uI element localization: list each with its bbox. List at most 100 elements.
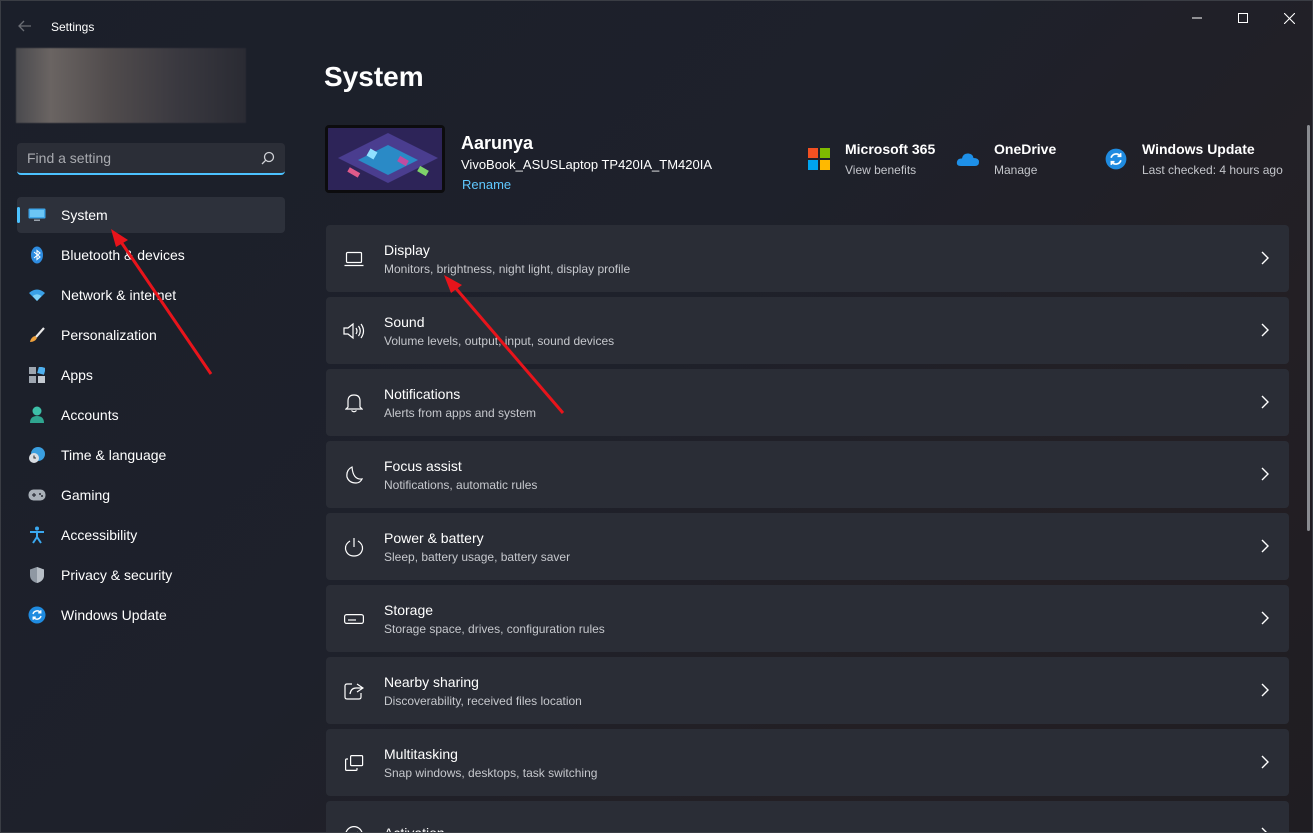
update-icon (27, 605, 47, 625)
close-icon (1283, 12, 1295, 24)
microsoft-logo-icon (807, 147, 831, 171)
sidebar-item-label: Windows Update (61, 607, 167, 623)
wallpaper-image (328, 128, 442, 190)
setting-subtitle: Volume levels, output, input, sound devi… (384, 333, 615, 348)
sidebar-item-time-language[interactable]: Time & language (17, 437, 285, 473)
apps-icon (27, 365, 47, 385)
search-input[interactable] (17, 143, 285, 173)
setting-title: Display (384, 241, 430, 258)
sidebar-item-system[interactable]: System (17, 197, 285, 233)
update-icon (1104, 147, 1128, 171)
device-name: Aarunya (461, 133, 534, 153)
device-wallpaper-thumbnail (325, 125, 445, 193)
sidebar-item-bluetooth[interactable]: Bluetooth & devices (17, 237, 285, 273)
back-arrow-icon (18, 20, 31, 32)
setting-row-focus-assist[interactable]: Focus assist Notifications, automatic ru… (326, 441, 1289, 508)
setting-subtitle: Snap windows, desktops, task switching (384, 765, 598, 780)
sidebar-item-accessibility[interactable]: Accessibility (17, 517, 285, 553)
laptop-icon (343, 248, 365, 270)
setting-subtitle: Notifications, automatic rules (384, 477, 538, 492)
window-controls (1174, 1, 1312, 35)
activation-icon (343, 824, 365, 832)
bluetooth-icon (27, 245, 47, 265)
setting-row-notifications[interactable]: Notifications Alerts from apps and syste… (326, 369, 1289, 436)
chevron-right-icon (1261, 539, 1269, 553)
setting-subtitle: Sleep, battery usage, battery saver (384, 549, 571, 564)
back-button[interactable] (13, 15, 37, 37)
close-button[interactable] (1266, 1, 1312, 35)
sidebar-item-privacy[interactable]: Privacy & security (17, 557, 285, 593)
chevron-right-icon (1261, 467, 1269, 481)
sidebar-item-label: Network & internet (61, 287, 177, 303)
setting-row-power-battery[interactable]: Power & battery Sleep, battery usage, ba… (326, 513, 1289, 580)
scrollbar[interactable] (1307, 125, 1310, 531)
quick-link-subtitle: Last checked: 4 hours ago (1142, 163, 1283, 177)
bell-icon (343, 392, 365, 414)
user-profile-card[interactable] (16, 48, 246, 123)
sidebar-item-label: Apps (61, 367, 93, 383)
setting-title: Storage (384, 601, 434, 618)
setting-title: Nearby sharing (384, 673, 479, 690)
quick-link-windows-update[interactable]: Windows Update Last checked: 4 hours ago (1104, 139, 1283, 177)
clock-globe-icon (27, 445, 47, 465)
quick-link-subtitle: Manage (994, 163, 1038, 177)
quick-link-microsoft-365[interactable]: Microsoft 365 View benefits (807, 139, 935, 177)
search-box (17, 143, 285, 175)
sidebar-item-label: Time & language (61, 447, 167, 463)
quick-link-title: OneDrive (994, 141, 1057, 157)
sidebar-item-label: Privacy & security (61, 567, 173, 583)
quick-link-subtitle: View benefits (845, 163, 917, 177)
sidebar-item-apps[interactable]: Apps (17, 357, 285, 393)
settings-list: Display Monitors, brightness, night ligh… (326, 225, 1289, 832)
quick-link-title: Microsoft 365 (845, 141, 936, 157)
setting-row-multitasking[interactable]: Multitasking Snap windows, desktops, tas… (326, 729, 1289, 796)
setting-row-nearby-sharing[interactable]: Nearby sharing Discoverability, received… (326, 657, 1289, 724)
maximize-button[interactable] (1220, 1, 1266, 35)
sidebar-item-label: System (61, 207, 108, 223)
storage-icon (343, 608, 365, 630)
setting-row-display[interactable]: Display Monitors, brightness, night ligh… (326, 225, 1289, 292)
setting-subtitle: Alerts from apps and system (384, 405, 537, 420)
accessibility-icon (27, 525, 47, 545)
multitasking-icon (343, 752, 365, 774)
setting-title: Power & battery (384, 529, 484, 546)
sidebar-item-gaming[interactable]: Gaming (17, 477, 285, 513)
app-title: Settings (51, 20, 95, 34)
sidebar-item-label: Accounts (61, 407, 119, 423)
chevron-right-icon (1261, 251, 1269, 265)
setting-row-activation[interactable]: Activation (326, 801, 1289, 832)
share-icon (343, 680, 365, 702)
device-model: VivoBook_ASUSLaptop TP420IA_TM420IA (461, 157, 713, 172)
sidebar-nav: System Bluetooth & devices Network & int… (17, 197, 285, 637)
shield-icon (27, 565, 47, 585)
quick-link-onedrive[interactable]: OneDrive Manage (956, 139, 1056, 177)
minimize-button[interactable] (1174, 1, 1220, 35)
chevron-right-icon (1261, 683, 1269, 697)
onedrive-cloud-icon (956, 147, 980, 171)
sidebar-item-label: Bluetooth & devices (61, 247, 185, 263)
sidebar-item-personalization[interactable]: Personalization (17, 317, 285, 353)
quick-link-title: Windows Update (1142, 141, 1255, 157)
chevron-right-icon (1261, 611, 1269, 625)
search-icon[interactable] (261, 151, 275, 165)
sidebar-item-accounts[interactable]: Accounts (17, 397, 285, 433)
gamepad-icon (27, 485, 47, 505)
sidebar-item-windows-update[interactable]: Windows Update (17, 597, 285, 633)
setting-title: Focus assist (384, 457, 462, 474)
speaker-icon (343, 320, 365, 342)
sidebar-item-network[interactable]: Network & internet (17, 277, 285, 313)
setting-subtitle: Discoverability, received files location (384, 693, 582, 708)
settings-window: Settings System (0, 0, 1313, 833)
rename-link[interactable]: Rename (462, 177, 511, 192)
setting-row-sound[interactable]: Sound Volume levels, output, input, soun… (326, 297, 1289, 364)
setting-title: Notifications (384, 385, 461, 402)
monitor-icon (27, 205, 47, 225)
setting-title: Multitasking (384, 745, 458, 762)
setting-subtitle: Storage space, drives, configuration rul… (384, 621, 605, 636)
sidebar-item-label: Personalization (61, 327, 157, 343)
selection-indicator (17, 207, 20, 223)
setting-row-storage[interactable]: Storage Storage space, drives, configura… (326, 585, 1289, 652)
page-title: System (324, 61, 424, 92)
setting-subtitle: Monitors, brightness, night light, displ… (384, 261, 631, 276)
sidebar-item-label: Accessibility (61, 527, 138, 543)
